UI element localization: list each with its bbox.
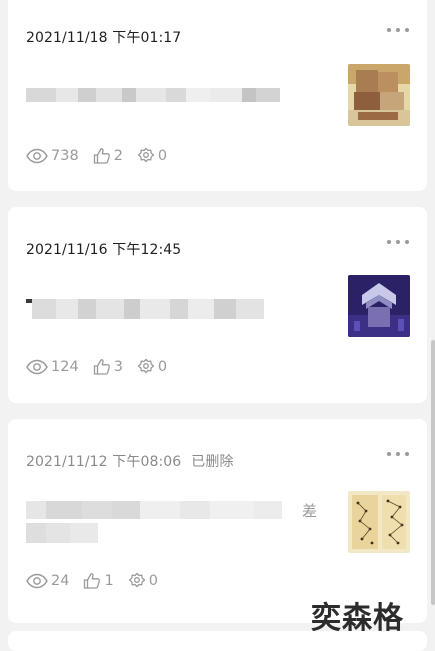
likes-count: 3 bbox=[113, 359, 123, 375]
post-thumbnail[interactable] bbox=[348, 491, 410, 553]
post-thumbnail[interactable] bbox=[348, 64, 410, 126]
post-stats: 124 3 0 bbox=[26, 358, 181, 376]
likes-count: 1 bbox=[104, 573, 114, 589]
likes-stat[interactable]: 1 bbox=[83, 572, 114, 590]
share-icon bbox=[128, 572, 145, 588]
post-stats: 738 2 0 bbox=[26, 147, 181, 165]
views-count: 124 bbox=[51, 359, 79, 375]
thumbs-up-icon bbox=[93, 148, 110, 164]
post-card[interactable]: 2021/11/16 下午12:45 124 3 0 bbox=[8, 207, 427, 403]
post-content-blurred bbox=[26, 501, 282, 519]
likes-stat[interactable]: 3 bbox=[93, 358, 123, 376]
shares-stat[interactable]: 0 bbox=[128, 572, 158, 590]
post-content-blurred bbox=[26, 523, 98, 543]
eye-icon bbox=[26, 359, 48, 375]
thumbs-up-icon bbox=[84, 573, 101, 589]
post-date: 2021/11/18 下午01:17 bbox=[26, 30, 182, 46]
eye-icon bbox=[26, 148, 48, 164]
views-stat: 24 bbox=[26, 573, 69, 589]
views-count: 738 bbox=[51, 148, 79, 164]
shares-count: 0 bbox=[157, 359, 168, 375]
shares-count: 0 bbox=[148, 573, 158, 589]
post-card[interactable]: 2021/11/18 下午01:17 738 2 0 bbox=[8, 0, 427, 191]
views-stat: 738 bbox=[26, 148, 79, 164]
post-date: 2021/11/12 下午08:06 bbox=[26, 454, 182, 470]
post-date-row: 2021/11/12 下午08:06 已删除 bbox=[26, 451, 234, 471]
shares-stat[interactable]: 0 bbox=[137, 147, 167, 165]
share-icon bbox=[137, 358, 155, 374]
more-options-icon[interactable] bbox=[387, 235, 409, 249]
shares-stat[interactable]: 0 bbox=[137, 358, 167, 376]
deleted-status: 已删除 bbox=[191, 454, 234, 470]
post-content-blurred bbox=[26, 299, 264, 319]
shares-count: 0 bbox=[157, 148, 168, 164]
eye-icon bbox=[26, 573, 48, 589]
post-stats: 24 1 0 bbox=[26, 572, 172, 590]
scrollbar[interactable] bbox=[431, 340, 435, 605]
views-count: 24 bbox=[51, 573, 70, 589]
likes-stat[interactable]: 2 bbox=[93, 147, 123, 165]
post-content-blurred bbox=[26, 88, 280, 102]
thumbs-up-icon bbox=[93, 359, 110, 375]
likes-count: 2 bbox=[113, 148, 123, 164]
more-options-icon[interactable] bbox=[387, 23, 409, 37]
post-thumbnail[interactable] bbox=[348, 275, 410, 337]
watermark-logo: 奕森格 bbox=[311, 601, 404, 636]
views-stat: 124 bbox=[26, 359, 79, 375]
share-icon bbox=[137, 147, 155, 163]
post-card[interactable]: 2021/11/12 下午08:06 已删除 差 24 1 0 bbox=[8, 419, 427, 623]
partial-text: 差 bbox=[302, 502, 318, 520]
post-date: 2021/11/16 下午12:45 bbox=[26, 242, 182, 258]
more-options-icon[interactable] bbox=[387, 447, 409, 461]
